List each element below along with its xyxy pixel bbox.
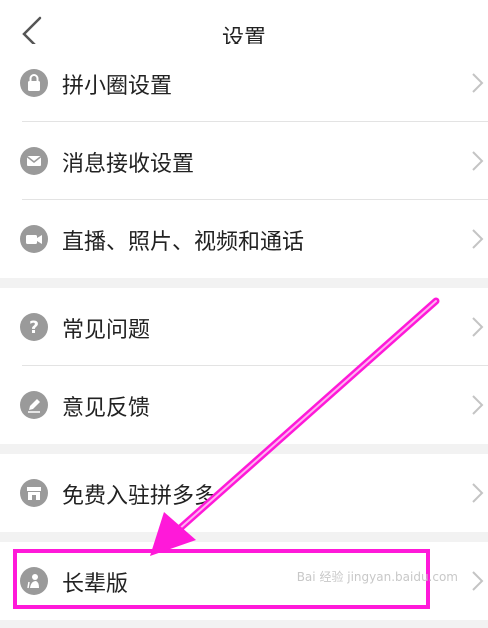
annotation-arrow-icon	[150, 297, 440, 556]
watermark: Bai 经验 jingyan.baidu.com	[296, 570, 458, 584]
